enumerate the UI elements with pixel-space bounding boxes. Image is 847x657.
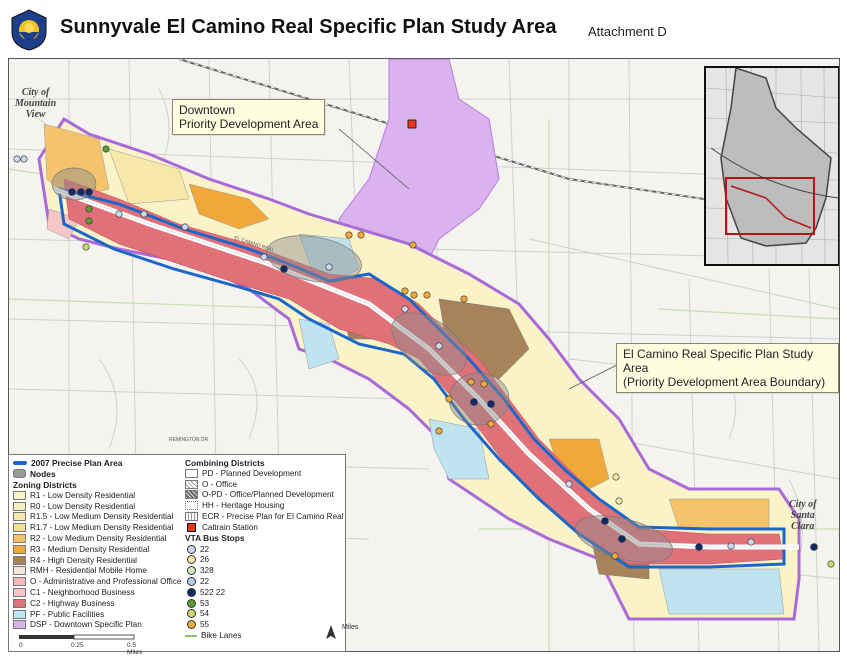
scale-miles-label: Miles [342,624,359,631]
callout-ecr-study-area: El Camino Real Specific Plan Study Area(… [616,343,839,393]
legend-combining-heading: Combining Districts [185,457,265,468]
zoning-label: O - Administrative and Professional Offi… [30,577,182,587]
city-seal-icon [11,9,47,51]
legend-combining-o: O - Office [185,479,343,490]
city-label-mountain-view: City of Mountain View [15,87,57,120]
bus-route-label: 328 [200,566,214,576]
zoning-swatch [13,534,26,544]
bus-route-label: 54 [200,609,210,619]
legend-bus-item: 54 [185,609,343,620]
zoning-swatch [13,566,26,576]
zoning-swatch [13,577,26,587]
zoning-label: R1.5 - Low Medium Density Residential [30,512,174,522]
zoning-swatch [13,501,26,511]
legend-caltrain: Caltrain Station [185,522,343,533]
legend-zoning-item: R1.5 - Low Medium Density Residential [13,512,183,523]
legend-zoning-item: C1 - Neighborhood Business [13,587,183,598]
bus-route-label: 522 22 [200,587,226,597]
legend-bus-item: 53 [185,598,343,609]
legend-bus-item: 55 [185,619,343,630]
zoning-label: C2 - Highway Business [30,598,115,608]
legend-zoning-item: R1 - Low Density Residential [13,490,183,501]
bus-stop-icon [187,609,196,619]
bus-stop-icon [187,544,196,554]
legend-bus-item: 22 [185,576,343,587]
zoning-label: C1 - Neighborhood Business [30,588,135,598]
zoning-label: R2 - Low Medium Density Residential [30,534,167,544]
legend-combining-hh: HH - Heritage Housing [185,500,343,511]
attachment-label: Attachment D [588,24,667,39]
legend-bus-item: 26 [185,555,343,566]
zoning-label: PF - Public Facilities [30,609,105,619]
zoning-swatch [13,620,26,630]
bus-route-label: 26 [200,555,210,565]
legend-zoning-list: R1 - Low Density Residential R0 - Low Den… [13,490,183,630]
bus-route-label: 53 [200,598,210,608]
legend-bike-lanes: Bike Lanes [185,630,343,641]
zoning-swatch [13,555,26,565]
zoning-swatch [13,512,26,522]
map-legend: 2007 Precise Plan Area Nodes Zoning Dist… [8,454,346,656]
caltrain-station-icon [407,119,417,129]
legend-bus-list: 22 26 328 22 522 22 53 54 55 [185,544,343,630]
zoning-swatch [13,490,26,500]
city-label-santa-clara: City of Santa Clara [789,499,817,532]
legend-zoning-item: C2 - Highway Business [13,598,183,609]
bus-stop-icon [187,577,196,587]
legend-precise-plan: 2007 Precise Plan Area [13,457,183,468]
locator-inset-map [704,66,839,266]
page-title: Sunnyvale El Camino Real Specific Plan S… [60,16,557,38]
zoning-label: R3 - Medium Density Residential [30,544,150,554]
legend-bus-item: 328 [185,565,343,576]
bus-stop-icon [187,566,196,576]
legend-zoning-item: R0 - Low Density Residential [13,501,183,512]
zoning-label: R1.7 - Low Medium Density Residential [30,523,174,533]
legend-zoning-item: R3 - Medium Density Residential [13,544,183,555]
bus-stop-icon [187,587,196,597]
scale-bar: 0 0.25 0.5 Miles [19,634,149,656]
legend-zoning-item: R2 - Low Medium Density Residential [13,533,183,544]
zoning-swatch [13,598,26,608]
legend-zoning-item: DSP - Downtown Specific Plan [13,620,183,631]
zoning-swatch [13,523,26,533]
zoning-swatch [13,544,26,554]
legend-zoning-heading: Zoning Districts [13,479,77,490]
legend-zoning-item: R4 - High Density Residential [13,555,183,566]
bus-route-label: 22 [200,544,210,554]
street-label-remington: REMINGTON DR [169,437,208,443]
legend-bus-item: 22 [185,544,343,555]
bus-route-label: 22 [200,577,210,587]
legend-zoning-item: RMH - Residential Mobile Home [13,566,183,577]
legend-bus-heading: VTA Bus Stops [185,533,245,544]
zoning-label: R0 - Low Density Residential [30,501,136,511]
legend-combining-pd: PD - Planned Development [185,468,343,479]
zoning-swatch [13,609,26,619]
bus-stop-icon [187,555,196,565]
legend-nodes: Nodes [13,468,183,479]
header-bar: Sunnyvale El Camino Real Specific Plan S… [0,0,847,58]
zoning-label: R1 - Low Density Residential [30,490,136,500]
legend-bus-item: 522 22 [185,587,343,598]
bus-route-label: 55 [200,620,210,630]
bus-stop-icon [187,598,196,608]
zoning-label: RMH - Residential Mobile Home [30,566,147,576]
legend-zoning-item: O - Administrative and Professional Offi… [13,576,183,587]
callout-downtown: Downtown Priority Development Area [172,99,326,135]
legend-zoning-item: PF - Public Facilities [13,609,183,620]
legend-combining-opd: O-PD - Office/Planned Development [185,490,343,501]
zoning-label: R4 - High Density Residential [30,555,137,565]
north-arrow-icon [325,625,337,643]
legend-zoning-item: R1.7 - Low Medium Density Residential [13,522,183,533]
legend-combining-ecr: ECR - Precise Plan for El Camino Real [185,511,344,522]
zoning-swatch [13,588,26,598]
bus-stop-icon [187,620,196,630]
zoning-label: DSP - Downtown Specific Plan [30,620,142,630]
